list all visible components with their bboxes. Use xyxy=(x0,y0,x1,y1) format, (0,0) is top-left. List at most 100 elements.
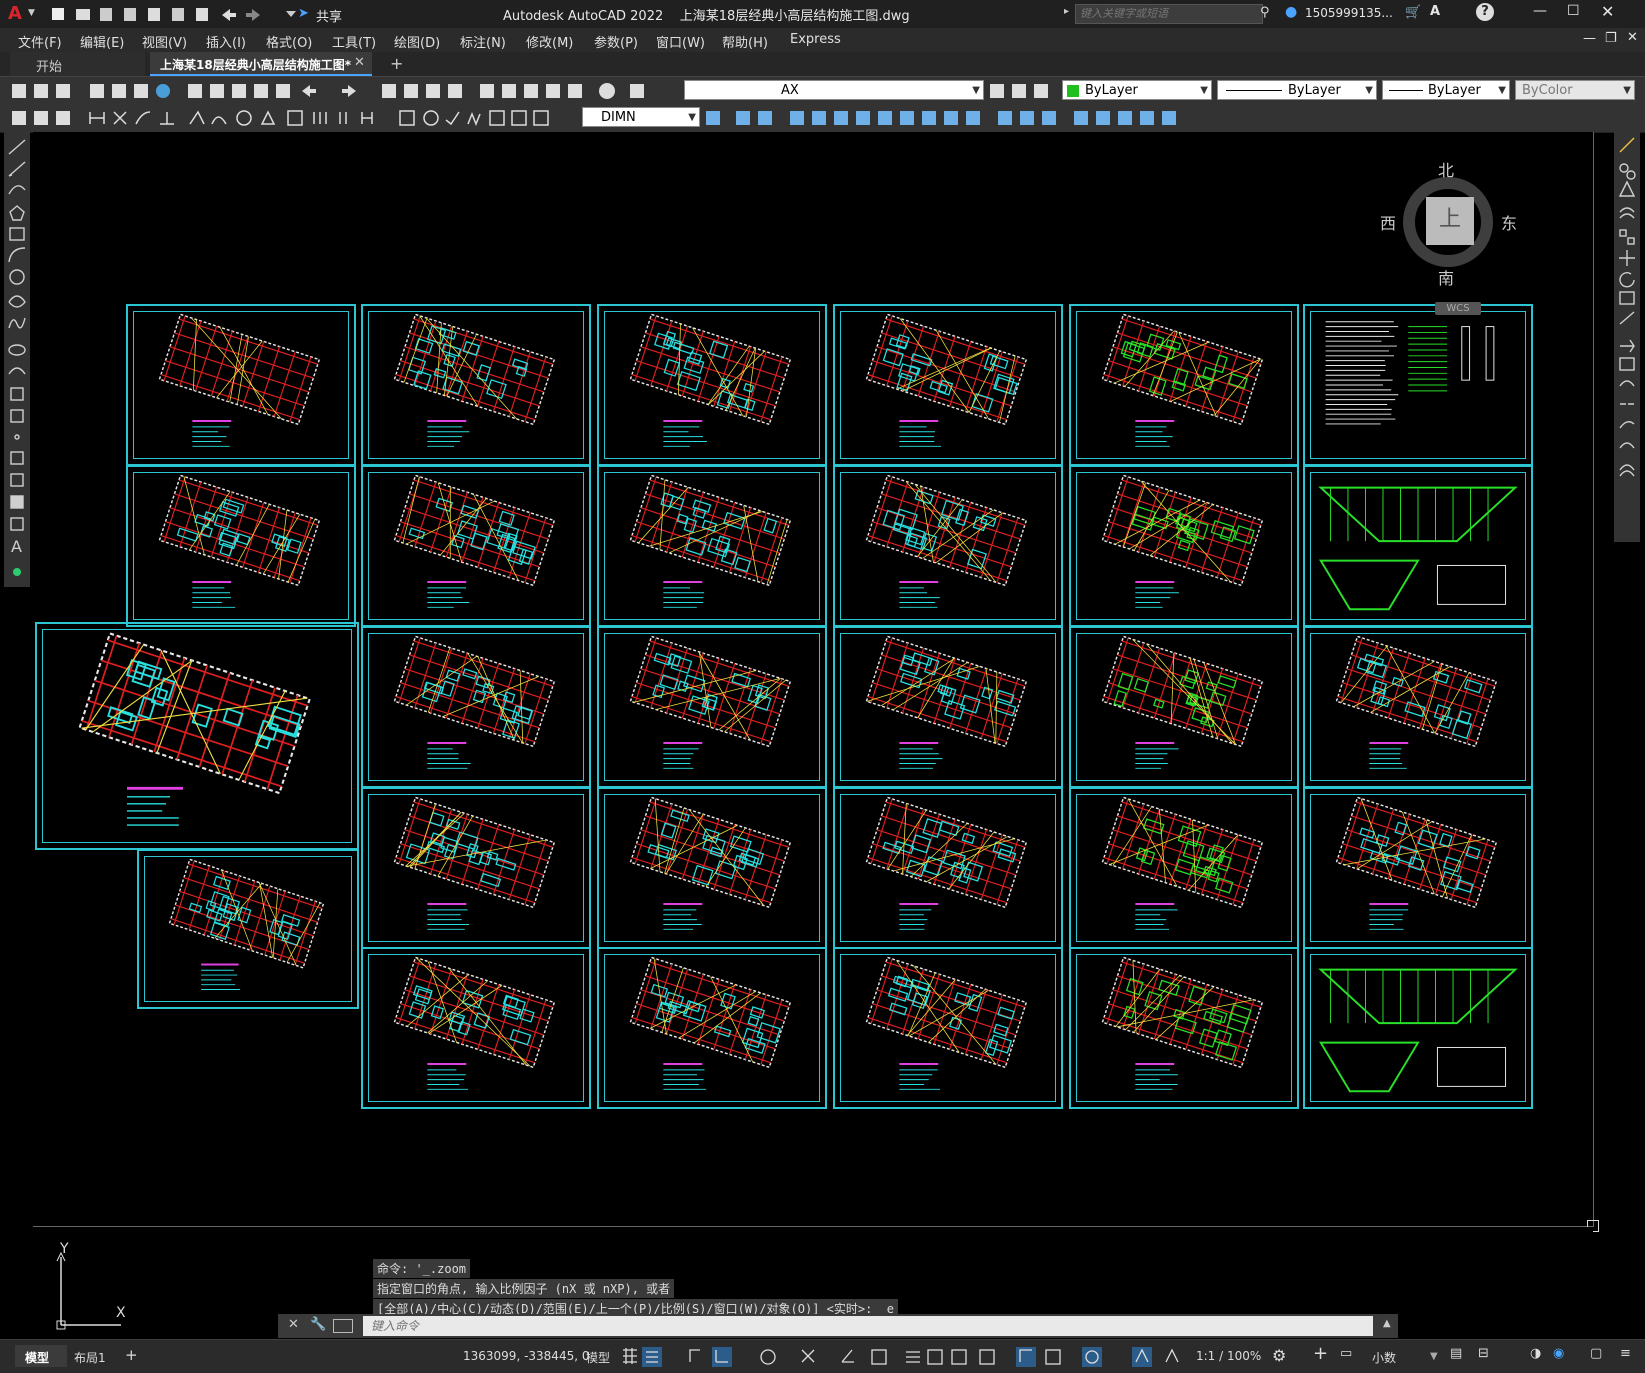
lineweight-dropdown[interactable]: ByLayer ▼ xyxy=(1382,80,1510,100)
drawing-sheet[interactable] xyxy=(361,947,591,1109)
standard-tools-icons[interactable] xyxy=(10,81,660,101)
units-dropdown[interactable]: 小数 xyxy=(1372,1349,1396,1366)
help-icon[interactable]: ? xyxy=(1476,3,1494,21)
viewcube-east[interactable]: 东 xyxy=(1501,210,1517,234)
minimize-button[interactable]: — xyxy=(1533,3,1547,19)
viewcube-south[interactable]: 南 xyxy=(1438,265,1454,289)
drawing-sheet[interactable] xyxy=(1069,304,1299,466)
drawing-sheet[interactable] xyxy=(1069,626,1299,788)
new-tab-icon[interactable]: + xyxy=(390,54,403,73)
drawing-sheet[interactable] xyxy=(1303,626,1533,788)
maximize-button[interactable]: ☐ xyxy=(1567,3,1580,19)
plus-icon[interactable]: + xyxy=(1313,1343,1333,1364)
add-layout-icon[interactable]: + xyxy=(125,1346,138,1364)
command-input[interactable] xyxy=(363,1316,1373,1336)
drawing-canvas[interactable]: 上 北 南 东 西 WCS xyxy=(33,132,1599,1232)
search-icon[interactable]: ⚲ xyxy=(1260,5,1270,20)
menu-insert[interactable]: 插入(I) xyxy=(206,32,246,51)
drawing-sheet[interactable] xyxy=(1303,787,1533,949)
drawing-sheet[interactable] xyxy=(597,465,827,627)
menu-draw[interactable]: 绘图(D) xyxy=(394,32,440,51)
menu-view[interactable]: 视图(V) xyxy=(142,32,187,51)
drawing-sheet[interactable] xyxy=(137,849,359,1009)
menu-edit[interactable]: 编辑(E) xyxy=(80,32,124,51)
close-icon[interactable]: ✕ xyxy=(288,1317,299,1332)
share-button[interactable]: 共享 xyxy=(316,6,342,25)
viewcube[interactable]: 上 北 南 东 西 WCS xyxy=(1368,147,1528,322)
user-icon[interactable]: ● xyxy=(1285,4,1297,20)
viewcube-north[interactable]: 北 xyxy=(1438,157,1454,181)
viewcube-west[interactable]: 西 xyxy=(1380,210,1396,234)
customization-menu-icon[interactable]: ≡ xyxy=(1620,1346,1640,1366)
wcs-menu-button[interactable]: WCS xyxy=(1435,302,1481,315)
plotstyle-dropdown[interactable]: ByColor ▼ xyxy=(1515,80,1635,100)
menu-tools[interactable]: 工具(T) xyxy=(332,32,376,51)
draw-tools-icons[interactable]: A xyxy=(4,132,30,587)
drawing-sheet[interactable] xyxy=(597,947,827,1109)
menu-window[interactable]: 窗口(W) xyxy=(656,32,705,51)
coordinate-readout[interactable]: 1363099, -338445, 0 xyxy=(463,1349,589,1363)
drawing-sheet[interactable] xyxy=(1069,787,1299,949)
drawing-sheet[interactable] xyxy=(126,465,356,627)
tab-drawing[interactable]: 上海某18层经典小高层结构施工图* ✕ xyxy=(150,52,372,76)
annotation-scale[interactable]: 1:1 / 100% xyxy=(1196,1349,1261,1363)
close-button[interactable]: ✕ xyxy=(1601,2,1614,21)
drawing-sheet[interactable] xyxy=(1069,947,1299,1109)
share-icon[interactable]: ➤ xyxy=(298,6,309,21)
command-prompt-icon[interactable] xyxy=(333,1319,353,1333)
drawing-sheet[interactable] xyxy=(361,787,591,949)
search-input[interactable] xyxy=(1075,4,1263,24)
isolate-icon[interactable]: ▭ xyxy=(1340,1346,1360,1366)
color-dropdown[interactable]: ByLayer ▼ xyxy=(1062,80,1212,100)
menu-file[interactable]: 文件(F) xyxy=(18,32,62,51)
user-account-label[interactable]: 1505999135... xyxy=(1305,6,1393,20)
modify-tools-icons[interactable] xyxy=(704,108,1224,128)
tab-start[interactable]: 开始 xyxy=(10,52,145,76)
drawing-sheet[interactable] xyxy=(1069,465,1299,627)
menu-dimension[interactable]: 标注(N) xyxy=(460,32,506,51)
drawing-sheet[interactable] xyxy=(1303,465,1533,627)
drafting-toggles[interactable] xyxy=(620,1346,1180,1368)
drawing-sheet[interactable] xyxy=(597,787,827,949)
doc-minimize-button[interactable]: — xyxy=(1583,31,1596,46)
doc-restore-button[interactable]: ❐ xyxy=(1605,31,1617,46)
chevron-down-icon[interactable]: ▼ xyxy=(1430,1351,1438,1362)
lock-ui-icon[interactable]: ⊟ xyxy=(1478,1346,1498,1366)
gear-icon[interactable]: ⚙ xyxy=(1272,1346,1292,1366)
layer-dropdown[interactable]: AX ▼ xyxy=(684,80,984,100)
drawing-sheet[interactable] xyxy=(833,626,1063,788)
customize-wrench-icon[interactable]: 🔧 xyxy=(310,1317,326,1332)
app-menu-chevron-icon[interactable]: ▼ xyxy=(28,8,35,18)
model-space-button[interactable]: 模型 xyxy=(586,1349,610,1366)
drawing-sheet[interactable] xyxy=(833,787,1063,949)
drawing-sheet[interactable] xyxy=(597,626,827,788)
drawing-sheet[interactable] xyxy=(833,304,1063,466)
dimstyle-dropdown[interactable]: DIMN ▼ xyxy=(582,107,700,127)
doc-close-button[interactable]: ✕ xyxy=(1627,30,1638,45)
cart-icon[interactable]: 🛒 xyxy=(1405,5,1421,20)
menu-modify[interactable]: 修改(M) xyxy=(526,32,573,51)
viewcube-top-face[interactable]: 上 xyxy=(1426,197,1474,245)
drawing-sheet[interactable] xyxy=(361,626,591,788)
drawing-sheet[interactable] xyxy=(1303,947,1533,1109)
quick-properties-icon[interactable]: ▤ xyxy=(1450,1346,1470,1366)
menu-express[interactable]: Express xyxy=(790,32,841,47)
tab-close-icon[interactable]: ✕ xyxy=(354,55,365,70)
menu-parametric[interactable]: 参数(P) xyxy=(594,32,638,51)
drawing-sheet[interactable] xyxy=(126,304,356,466)
clean-screen-toggle-icon[interactable]: ◉ xyxy=(1553,1346,1573,1366)
dimension-tools-icons[interactable] xyxy=(10,108,580,128)
chevron-up-icon[interactable]: ▲ xyxy=(1383,1318,1391,1329)
fullscreen-icon[interactable]: ▢ xyxy=(1590,1346,1610,1366)
drawing-sheet[interactable] xyxy=(361,304,591,466)
hardware-acceleration-icon[interactable]: ◑ xyxy=(1530,1346,1550,1366)
tab-model[interactable]: 模型 xyxy=(15,1345,67,1367)
drawing-sheet[interactable] xyxy=(1303,304,1533,466)
layer-tools-icons[interactable] xyxy=(988,81,1058,101)
menu-format[interactable]: 格式(O) xyxy=(266,32,312,51)
drawing-sheet[interactable] xyxy=(833,465,1063,627)
quick-access-toolbar[interactable] xyxy=(50,5,300,23)
vertical-scrollbar[interactable] xyxy=(1593,132,1594,1227)
drawing-sheet[interactable] xyxy=(597,304,827,466)
drawing-sheet[interactable] xyxy=(35,622,359,850)
